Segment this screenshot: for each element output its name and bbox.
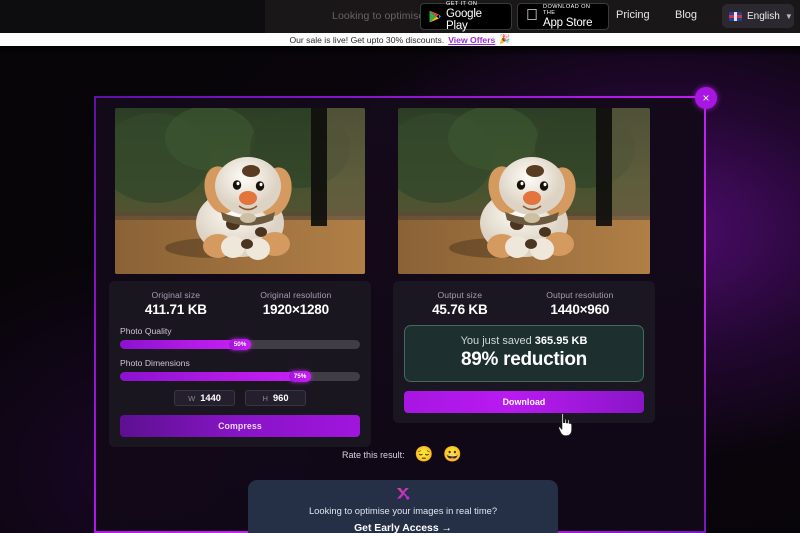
compression-result-modal: Original size 411.71 KB Original resolut… (94, 96, 706, 533)
google-play-title: Google Play (446, 7, 482, 32)
photo-dimensions-label: Photo Dimensions (120, 358, 190, 368)
output-stats-row: Output size 45.76 KB Output resolution 1… (404, 290, 644, 317)
photo-quality-slider-fill (120, 340, 240, 349)
app-store-title: App Store (531, 13, 593, 29)
photo-quality-label: Photo Quality (120, 326, 172, 336)
photo-quality-slider[interactable]: 50% (120, 339, 360, 350)
saved-amount-value: 365.95 KB (534, 335, 588, 347)
plush-dog-photo-compressed (398, 108, 650, 274)
output-resolution-stat: Output resolution 1440×960 (516, 290, 644, 317)
early-access-promo-card: Looking to optimise your images in real … (248, 480, 558, 533)
app-store-subtitle: Download on the (531, 4, 593, 16)
output-resolution-value: 1440×960 (550, 302, 610, 317)
app-store-badge[interactable]:  Download on the App Store (517, 3, 609, 30)
photo-dimensions-slider[interactable]: 75% (120, 371, 360, 382)
photo-dimensions-slider-knob[interactable]: 75% (289, 371, 311, 382)
width-value: 1440 (200, 393, 221, 403)
compressed-image-thumbnail (398, 108, 650, 274)
dimension-inputs-row: W 1440 H 960 (120, 390, 360, 406)
original-resolution-value: 1920×1280 (262, 302, 329, 317)
rating-row: Rate this result: 😔 😀 (96, 447, 708, 462)
savings-summary-box: You just saved 365.95 KB 89% reduction (404, 325, 644, 382)
photo-quality-slider-knob[interactable]: 50% (229, 339, 251, 350)
banner-shadow (0, 46, 800, 56)
rate-label: Rate this result: (342, 449, 405, 460)
output-size-stat: Output size 45.76 KB (404, 290, 516, 317)
height-key-label: H (262, 393, 268, 403)
compressed-image-card: Output size 45.76 KB Output resolution 1… (393, 108, 655, 447)
saved-amount-line: You just saved 365.95 KB (413, 335, 635, 347)
reduction-percentage: 89% reduction (461, 349, 587, 370)
output-size-value: 45.76 KB (432, 302, 488, 317)
rate-happy-icon[interactable]: 😀 (443, 447, 462, 462)
original-size-label: Original size (151, 290, 201, 300)
original-resolution-stat: Original resolution 1920×1280 (232, 290, 360, 317)
original-size-stat: Original size 411.71 KB (120, 290, 232, 317)
photo-dimensions-slider-fill (120, 372, 300, 381)
saved-prefix-text: You just saved (460, 335, 535, 347)
comparison-cards: Original size 411.71 KB Original resolut… (109, 108, 655, 447)
nav-link-pricing[interactable]: Pricing (616, 9, 650, 21)
width-key-label: W (188, 393, 196, 403)
output-resolution-label: Output resolution (546, 290, 614, 300)
nav-center-region: Looking to optimise your i GET IT ON Goo… (265, 0, 800, 33)
chevron-down-icon: ▼ (784, 11, 793, 21)
sale-banner-text: Our sale is live! Get upto 30% discounts… (289, 34, 445, 45)
modal-body: Original size 411.71 KB Original resolut… (96, 98, 704, 533)
nav-left-spacer (0, 0, 265, 33)
original-size-value: 411.71 KB (144, 302, 207, 317)
get-early-access-link[interactable]: Get Early Access → (248, 523, 558, 533)
original-image-card: Original size 411.71 KB Original resolut… (109, 108, 371, 447)
download-button[interactable]: Download (404, 391, 644, 413)
top-navigation-bar: Looking to optimise your i GET IT ON Goo… (0, 0, 800, 33)
height-input[interactable]: H 960 (245, 390, 306, 406)
google-play-badge[interactable]: GET IT ON Google Play (420, 1, 512, 32)
original-image-thumbnail (115, 108, 365, 274)
height-value: 960 (272, 393, 289, 403)
promo-headline: Looking to optimise your images in real … (308, 505, 498, 516)
plush-dog-photo-original (115, 108, 365, 274)
original-stats-row: Original size 411.71 KB Original resolut… (120, 290, 360, 317)
uk-flag-icon (729, 11, 742, 21)
app-page: Looking to optimise your i GET IT ON Goo… (0, 0, 800, 533)
sale-banner: Our sale is live! Get upto 30% discounts… (0, 33, 800, 46)
nav-link-blog[interactable]: Blog (675, 9, 697, 21)
brand-logo-icon (397, 488, 410, 500)
compress-button[interactable]: Compress (120, 415, 360, 437)
compressed-stats-panel: Output size 45.76 KB Output resolution 1… (393, 281, 655, 423)
party-popper-icon: 🎉 (499, 34, 511, 44)
width-input[interactable]: W 1440 (174, 390, 235, 406)
language-selector[interactable]: English ▼ (722, 4, 794, 28)
language-label: English (747, 10, 780, 22)
view-offers-link[interactable]: View Offers (448, 35, 495, 45)
output-size-label: Output size (437, 290, 483, 300)
original-stats-panel: Original size 411.71 KB Original resolut… (109, 281, 371, 447)
original-resolution-label: Original resolution (260, 290, 332, 300)
google-play-icon (429, 10, 441, 23)
close-icon[interactable]: × (695, 87, 717, 109)
rate-sad-icon[interactable]: 😔 (415, 447, 434, 462)
apple-icon:  (526, 7, 538, 24)
